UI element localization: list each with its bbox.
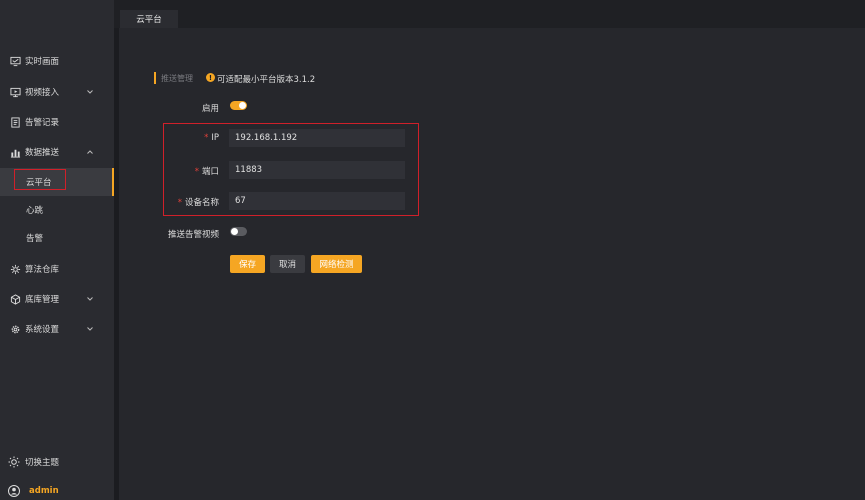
toggle-knob	[231, 228, 238, 235]
required-mark: *	[177, 198, 182, 208]
ip-input[interactable]: 192.168.1.192	[229, 129, 405, 147]
sidebar-item-label: 告警记录	[25, 118, 60, 128]
sidebar-item-algorithm-store[interactable]: 算法仓库	[0, 254, 114, 284]
sidebar-item-video-input[interactable]: 视频接入	[0, 77, 114, 107]
network-check-button[interactable]: 网络检测	[311, 255, 362, 273]
breadcrumb-accent	[154, 72, 156, 84]
sidebar-item-label: 算法仓库	[25, 265, 60, 275]
save-button[interactable]: 保存	[230, 255, 265, 273]
data-push-icon	[10, 147, 21, 158]
sidebar-item-data-push[interactable]: 数据推送	[0, 137, 114, 167]
sidebar-item-database-management[interactable]: 底库管理	[0, 284, 114, 314]
port-label-text: 端口	[201, 167, 219, 177]
device-name-label-text: 设备名称	[184, 198, 219, 208]
chevron-up-icon	[86, 148, 94, 156]
highlight-box-cloud-platform	[14, 169, 66, 190]
sidebar-subitem-label: 心跳	[26, 206, 44, 216]
sidebar-subitem-alarm[interactable]: 告警	[0, 224, 114, 252]
toggle-knob	[239, 102, 246, 109]
algorithm-icon	[10, 264, 21, 275]
push-alarm-video-toggle[interactable]	[230, 227, 247, 236]
chevron-down-icon	[86, 295, 94, 303]
chevron-down-icon	[86, 88, 94, 96]
sidebar-subitem-label: 告警	[26, 234, 44, 244]
sidebar-item-label: 视频接入	[25, 88, 60, 98]
tab-bar: 云平台	[114, 0, 865, 28]
database-icon	[10, 293, 21, 305]
user-avatar-icon	[8, 485, 20, 497]
chevron-down-icon	[86, 325, 94, 333]
monitor-icon	[10, 56, 21, 67]
tab-cloud-platform[interactable]: 云平台	[120, 10, 178, 28]
push-alarm-video-label: 推送告警视频	[167, 230, 219, 240]
user-profile[interactable]: admin	[0, 482, 114, 500]
ip-label-text: IP	[211, 133, 219, 143]
port-input[interactable]: 11883	[229, 161, 405, 179]
switch-theme-label: 切换主题	[25, 458, 60, 468]
warning-icon: !	[206, 73, 215, 82]
sidebar-item-system-settings[interactable]: 系统设置	[0, 314, 114, 344]
sun-icon	[8, 456, 20, 468]
device-name-label: * 设备名称	[165, 196, 219, 208]
sidebar: 实时画面 视频接入 告警记录 数据推送 云平台 心跳 告警 算法仓库 底库管理 …	[0, 0, 114, 500]
enable-toggle[interactable]	[230, 101, 247, 110]
enable-label: 启用	[201, 104, 219, 114]
breadcrumb: 推送管理	[161, 74, 193, 83]
sidebar-item-live-view[interactable]: 实时画面	[0, 46, 114, 76]
sidebar-item-label: 数据推送	[25, 148, 60, 158]
switch-theme-button[interactable]: 切换主题	[0, 452, 114, 472]
sidebar-item-label: 实时画面	[25, 57, 60, 67]
sidebar-item-alarm-records[interactable]: 告警记录	[0, 107, 114, 137]
cancel-button[interactable]: 取消	[270, 255, 305, 273]
user-name: admin	[29, 486, 59, 496]
sidebar-item-label: 底库管理	[25, 295, 60, 305]
version-note: 可适配最小平台版本3.1.2	[217, 75, 316, 85]
sidebar-subitem-heartbeat[interactable]: 心跳	[0, 196, 114, 224]
port-label: * 端口	[165, 165, 219, 177]
required-mark: *	[204, 133, 209, 143]
gear-icon	[10, 324, 21, 335]
video-input-icon	[10, 87, 21, 98]
alarm-record-icon	[10, 116, 21, 128]
device-name-input[interactable]: 67	[229, 192, 405, 210]
sidebar-item-label: 系统设置	[25, 325, 60, 335]
required-mark: *	[194, 167, 199, 177]
ip-label: * IP	[165, 133, 219, 143]
